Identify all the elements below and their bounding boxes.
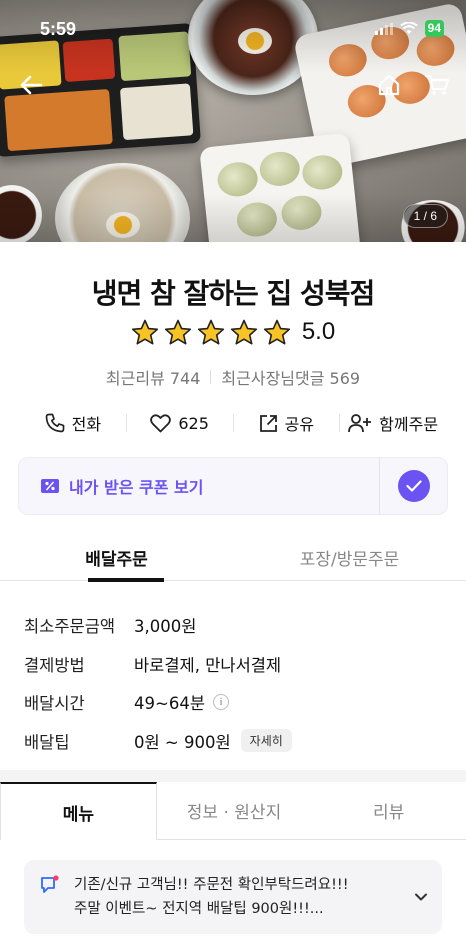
- share-label: 공유: [284, 415, 315, 434]
- tab-delivery-order[interactable]: 배달주문: [0, 533, 233, 582]
- chevron-down-icon[interactable]: [414, 892, 428, 902]
- share-icon: [259, 414, 277, 432]
- coupon-check-button[interactable]: [397, 470, 430, 502]
- coupon-icon: [41, 479, 59, 493]
- coupon-label: 내가 받은 쿠폰 보기: [69, 478, 204, 497]
- info-label: 최소주문금액: [24, 617, 116, 637]
- back-arrow-icon: [20, 75, 43, 95]
- tab-info-origin[interactable]: 정보 · 원산지: [156, 782, 312, 840]
- tab-menu[interactable]: 메뉴: [0, 782, 157, 840]
- store-name: 냉면 참 잘하는 집 성북점: [91, 277, 376, 310]
- notice-icon: [41, 875, 59, 893]
- star-icon: [230, 319, 257, 344]
- tab-reviews[interactable]: 리뷰: [311, 782, 466, 840]
- star-icon: [164, 319, 191, 344]
- star-icon: [197, 319, 224, 344]
- home-icon: [378, 74, 400, 96]
- order-type-tabs: 배달주문 포장/방문주문: [0, 533, 466, 582]
- star-icon: [263, 319, 290, 344]
- cart-icon: [424, 74, 450, 95]
- my-coupons-button[interactable]: 내가 받은 쿠폰 보기: [19, 458, 379, 514]
- status-icons: 94: [374, 20, 444, 37]
- info-row-delivery-tip: 배달팁 0원 ~ 900원 자세히: [24, 722, 444, 761]
- delivery-tip-detail-button[interactable]: 자세히: [240, 729, 292, 753]
- add-person-icon: [348, 414, 372, 433]
- store-notice[interactable]: 기존/신규 고객님!! 주문전 확인부탁드려요!!! 주말 이벤트~ 전지역 배…: [24, 860, 442, 934]
- rating-row: 5.0: [0, 318, 466, 346]
- info-value: 49~64분: [134, 694, 205, 714]
- tab-pickup-order[interactable]: 포장/방문주문: [233, 533, 466, 580]
- star-rating: [131, 319, 291, 346]
- status-time: 5:59: [40, 19, 77, 39]
- info-icon[interactable]: i: [213, 694, 229, 711]
- share-button[interactable]: 공유: [234, 411, 340, 435]
- group-order-button[interactable]: 함께주문: [340, 411, 446, 435]
- rating-value: 5.0: [301, 318, 336, 345]
- info-value: 0원 ~ 900원: [134, 732, 231, 752]
- back-button[interactable]: [16, 70, 46, 100]
- heart-icon: [150, 413, 172, 432]
- store-photo-carousel[interactable]: 5:59 94 1 / 6: [0, 0, 466, 242]
- wifi-icon: [399, 22, 418, 34]
- review-stats: 최근리뷰 744 최근사장님댓글 569: [0, 365, 466, 389]
- like-button[interactable]: 625: [127, 414, 233, 433]
- call-label: 전화: [71, 415, 102, 434]
- info-row-payment: 결제방법 바로결제, 만나서결제: [24, 645, 444, 684]
- call-button[interactable]: 전화: [20, 411, 126, 435]
- divider: [210, 370, 212, 384]
- notice-line-1: 기존/신규 고객님!! 주문전 확인부탁드려요!!!: [74, 877, 349, 893]
- like-count: 625: [178, 413, 209, 433]
- coupon-banner: 내가 받은 쿠폰 보기: [18, 457, 448, 515]
- signal-icon: [374, 22, 393, 35]
- recent-review-count[interactable]: 최근리뷰 744: [106, 365, 201, 389]
- cart-button[interactable]: [422, 70, 452, 100]
- home-button[interactable]: [374, 70, 404, 100]
- info-label: 배달팁: [24, 732, 70, 752]
- info-label: 결제방법: [24, 655, 85, 675]
- section-divider: [0, 770, 466, 782]
- group-order-label: 함께주문: [379, 415, 439, 434]
- delivery-info: 최소주문금액 3,000원 결제방법 바로결제, 만나서결제 배달시간 49~6…: [24, 606, 444, 760]
- info-row-min-order: 최소주문금액 3,000원: [24, 606, 444, 645]
- info-value: 바로결제, 만나서결제: [134, 655, 282, 675]
- info-row-delivery-time: 배달시간 49~64분 i: [24, 683, 444, 722]
- phone-icon: [45, 413, 64, 433]
- store-action-bar: 전화 625 공유 함께주문: [20, 408, 446, 438]
- carousel-page-indicator: 1 / 6: [402, 204, 448, 228]
- notice-line-2: 주말 이벤트~ 전지역 배달팁 900원!!!...: [74, 901, 324, 917]
- owner-reply-count[interactable]: 최근사장님댓글 569: [221, 365, 360, 389]
- info-value: 3,000원: [134, 617, 197, 637]
- battery-indicator: 94: [424, 20, 444, 37]
- check-icon: [405, 480, 422, 492]
- content-tabs: 메뉴 정보 · 원산지 리뷰: [0, 782, 466, 840]
- star-icon: [131, 319, 158, 344]
- info-label: 배달시간: [24, 694, 85, 714]
